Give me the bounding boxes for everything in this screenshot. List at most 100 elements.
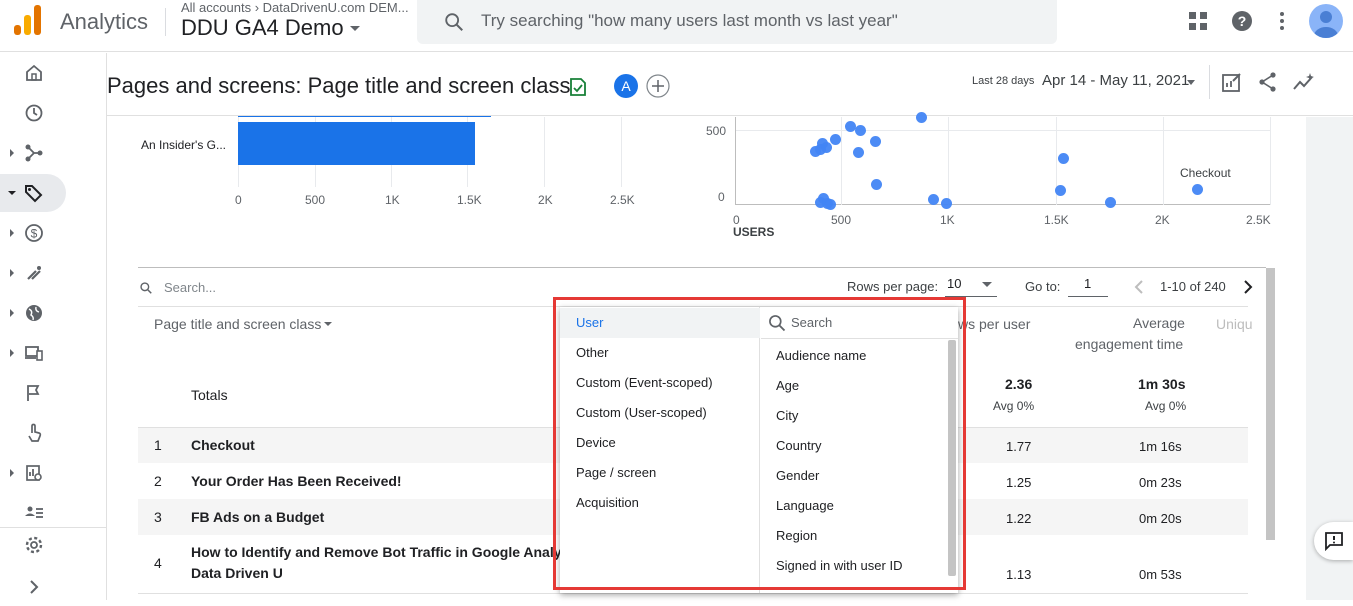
share-icon[interactable]	[1257, 71, 1279, 93]
axis-line	[735, 117, 736, 205]
scatter-point[interactable]	[810, 146, 821, 157]
flag-icon	[27, 385, 40, 401]
chevron-down-icon[interactable]	[1187, 80, 1195, 85]
help-icon[interactable]: ?	[1230, 9, 1254, 33]
gridline	[544, 117, 545, 187]
property-selector[interactable]: DDU GA4 Demo	[181, 15, 344, 41]
x-tick: 1K	[940, 213, 955, 227]
touch-icon	[28, 423, 42, 442]
point-annotation: Checkout	[1180, 166, 1231, 180]
caret-right-icon	[10, 229, 14, 237]
scatter-point[interactable]	[853, 147, 864, 158]
more-vert-icon[interactable]	[1270, 9, 1294, 33]
nav-retention[interactable]	[0, 254, 66, 292]
nav-engagement[interactable]	[0, 174, 66, 212]
scatter-point[interactable]	[821, 142, 832, 153]
chart-bar[interactable]	[238, 122, 475, 165]
row-views-per-user: 1.22	[1006, 511, 1032, 526]
nav-home[interactable]	[0, 54, 66, 92]
chevron-right-icon[interactable]	[1241, 279, 1255, 295]
goto-label: Go to:	[1025, 279, 1061, 294]
scatter-point[interactable]	[1192, 184, 1203, 195]
scatter-point[interactable]	[871, 179, 882, 190]
views-per-user-header[interactable]: ws per user	[958, 316, 1030, 332]
app-name: Analytics	[60, 9, 149, 34]
nav-expand[interactable]	[0, 568, 66, 606]
unique-header[interactable]: Uniqu	[1216, 316, 1253, 332]
scatter-point[interactable]	[855, 125, 866, 136]
row-views-per-user: 1.13	[1006, 567, 1032, 582]
gridline	[841, 117, 842, 205]
row-title[interactable]: How to Identify and Remove Bot Traffic i…	[191, 544, 586, 560]
x-tick: 500	[305, 193, 326, 207]
gridline	[948, 117, 949, 205]
nav-explore[interactable]	[0, 454, 66, 492]
row-title-line2[interactable]: Data Driven U	[191, 565, 283, 581]
saved-report-icon[interactable]	[568, 77, 588, 97]
scatter-point[interactable]	[928, 194, 939, 205]
customize-report-icon[interactable]	[1221, 71, 1243, 93]
scatter-point[interactable]	[825, 199, 836, 210]
x-tick: 2.5K	[1246, 213, 1271, 227]
gridline	[735, 130, 1271, 131]
date-range-picker[interactable]: Apr 14 - May 11, 2021	[1042, 72, 1189, 89]
gridline	[1163, 117, 1164, 205]
insights-icon[interactable]	[1292, 71, 1316, 93]
chevron-down-icon[interactable]	[982, 282, 992, 287]
scatter-point[interactable]	[1055, 185, 1066, 196]
add-comparison-icon[interactable]	[646, 74, 670, 98]
row-engagement: 0m 23s	[1139, 475, 1182, 490]
search-input[interactable]: Try searching "how many users last month…	[481, 11, 898, 31]
accounts-breadcrumb[interactable]: All accounts › DataDrivenU.com DEM...	[181, 0, 409, 15]
nav-events[interactable]	[0, 374, 66, 412]
nav-monetization[interactable]: $	[0, 214, 66, 252]
nav-realtime[interactable]	[0, 94, 66, 132]
nav-tech[interactable]	[0, 334, 66, 372]
scatter-point[interactable]	[1058, 153, 1069, 164]
rows-per-page-select[interactable]: 10	[947, 276, 961, 291]
dimension-column-header[interactable]: Page title and screen class	[154, 316, 321, 332]
row-title[interactable]: FB Ads on a Budget	[191, 509, 324, 525]
row-title[interactable]: Your Order Has Been Received!	[191, 473, 402, 489]
input-underline	[1068, 296, 1108, 297]
caret-right-icon	[10, 269, 14, 277]
avg-engagement-header-line2: engagement time	[1075, 336, 1184, 352]
x-tick: 2K	[538, 193, 553, 207]
chevron-down-icon[interactable]	[324, 322, 332, 326]
analytics-logo-icon[interactable]	[14, 5, 42, 35]
scatter-point[interactable]	[830, 134, 841, 145]
chevron-down-icon[interactable]	[350, 26, 360, 31]
scatter-point[interactable]	[916, 112, 927, 123]
audience-list-icon	[25, 506, 43, 518]
row-engagement: 0m 20s	[1139, 511, 1182, 526]
row-title[interactable]: Checkout	[191, 437, 255, 453]
table-search-input[interactable]: Search...	[164, 280, 216, 295]
clock-icon	[25, 104, 43, 122]
scatter-point[interactable]	[941, 198, 952, 209]
search-bar[interactable]: Try searching "how many users last month…	[417, 0, 1057, 44]
svg-text:?: ?	[1238, 13, 1247, 29]
feedback-button[interactable]	[1314, 522, 1353, 560]
table-scrollbar[interactable]	[1266, 268, 1275, 540]
x-axis-label: USERS	[733, 225, 775, 239]
avatar[interactable]	[1309, 4, 1343, 38]
flow-icon	[25, 144, 43, 162]
nav-demographics[interactable]	[0, 294, 66, 332]
scatter-point[interactable]	[1105, 197, 1116, 208]
nav-conversions[interactable]	[0, 414, 66, 452]
x-tick: 1.5K	[1044, 213, 1069, 227]
x-tick: 500	[831, 213, 852, 227]
chevron-left-icon[interactable]	[1132, 279, 1146, 295]
divider	[138, 593, 1248, 594]
row-index: 3	[154, 509, 162, 525]
goto-page-input[interactable]: 1	[1084, 276, 1091, 291]
top-bar: Analytics All accounts › DataDrivenU.com…	[0, 0, 1353, 52]
y-tick: 500	[706, 124, 727, 138]
comparison-chip[interactable]: A	[614, 74, 638, 98]
nav-lifecycle[interactable]	[0, 134, 66, 172]
nav-admin[interactable]	[0, 526, 66, 564]
apps-grid-icon[interactable]	[1186, 9, 1210, 33]
avg-engagement-header[interactable]: Average	[1133, 315, 1185, 331]
scatter-point[interactable]	[870, 136, 881, 147]
devices-icon	[25, 346, 43, 361]
